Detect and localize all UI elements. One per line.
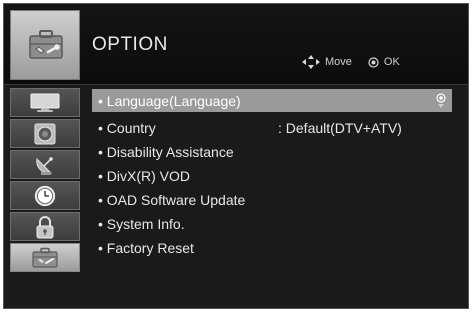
sidebar-item-time[interactable]	[10, 181, 80, 210]
sidebar-item-lock[interactable]	[10, 212, 80, 241]
menu-item-label: • Factory Reset	[98, 239, 194, 256]
menu-item-factory-reset[interactable]: • Factory Reset	[92, 236, 452, 259]
menu-item-value: : Default(DTV+ATV)	[278, 119, 402, 136]
menu-header: OPTION Move OK	[4, 4, 468, 85]
menu-item-label: • System Info.	[98, 215, 185, 232]
sidebar-item-setup[interactable]	[10, 150, 80, 179]
menu-item-label: • OAD Software Update	[98, 191, 246, 208]
ok-hint-label: OK	[383, 56, 400, 68]
menu-item-system-info[interactable]: • System Info.	[92, 212, 452, 235]
toolbox-icon	[32, 247, 58, 268]
satellite-dish-icon	[36, 156, 53, 175]
sidebar-item-sound[interactable]	[10, 119, 80, 148]
speaker-icon	[34, 123, 56, 144]
page-title: OPTION	[92, 34, 168, 55]
padlock-icon	[36, 215, 54, 238]
option-menu-list: • Language(Language) • Country : Default…	[92, 89, 452, 309]
category-sidebar	[10, 88, 80, 308]
menu-item-language[interactable]: • Language(Language)	[92, 89, 452, 112]
sidebar-item-option[interactable]	[10, 243, 80, 272]
menu-item-disability-assistance[interactable]: • Disability Assistance	[92, 140, 452, 163]
menu-item-oad-software-update[interactable]: • OAD Software Update	[92, 188, 452, 211]
menu-item-country[interactable]: • Country : Default(DTV+ATV)	[92, 116, 452, 139]
clock-icon	[34, 185, 56, 206]
menu-item-label: • Country	[98, 119, 156, 136]
menu-item-label: • Disability Assistance	[98, 143, 234, 160]
tv-menu-screen: OPTION Move OK • Language(Language) • Co…	[0, 0, 475, 313]
header-icon-box	[10, 10, 80, 80]
directional-arrows-icon	[302, 55, 320, 69]
ok-select-indicator-icon	[436, 93, 446, 108]
option-menu-window: OPTION Move OK • Language(Language) • Co…	[3, 3, 469, 309]
navigation-hints: Move OK	[302, 55, 400, 69]
monitor-icon	[30, 93, 60, 112]
menu-item-label: • DivX(R) VOD	[98, 167, 191, 184]
ok-hint: OK	[368, 56, 400, 68]
move-hint: Move	[302, 55, 352, 69]
ok-button-icon	[368, 56, 379, 68]
move-hint-label: Move	[325, 56, 352, 68]
toolbox-icon	[29, 30, 63, 59]
sidebar-item-picture[interactable]	[10, 88, 80, 117]
menu-item-label: • Language(Language)	[98, 92, 241, 109]
menu-item-divx-vod[interactable]: • DivX(R) VOD	[92, 164, 452, 187]
